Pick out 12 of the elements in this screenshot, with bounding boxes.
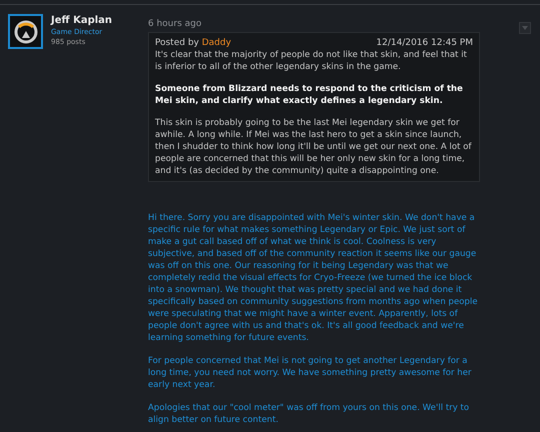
caret-icon <box>522 26 528 30</box>
quote-paragraph: This skin is probably going to be the last Mei legendary skin we get for awhile. A long while. If Mei was the last hero to get a skin since launch, then I shudder to think how long it'll be until we get our next one. A lot of people are concerned that this will be her only new skin for a long time, and it's (as decided by the community) quite a disappointing one. <box>155 117 472 177</box>
author-name[interactable]: Jeff Kaplan <box>51 14 112 27</box>
quote-paragraph: It's clear that the majority of people do not like that skin, and feel that it is inferior to all of the other legendary skins in the game. <box>155 49 468 73</box>
reply-paragraph: For people concerned that Mei is not going to get another Legendary for a long time, you need not worry. We have something pretty awesome for her early next year. <box>148 355 472 391</box>
dropdown-button[interactable] <box>519 22 531 34</box>
quote-paragraph: Someone from Blizzard needs to respond to the criticism of the Mei skin, and clarify what exactly defines a legendary skin. <box>155 83 464 107</box>
reply-paragraph: Hi there. Sorry you are disappointed with Mei's winter skin. We don't have a specific rule for what makes something Legendary or Epic. We just sort of make a gut call based off of what we think is cool. Coolness is very subjective, and based off of the community reaction it seems like our gauge was off on this one. Our reasoning for it being Legendary was that we completely redid the visual effects for Cryo-Freeze (we turned the ice block into a snowman). We thought that was pretty special and we had done it specifically based on community suggestions from months ago when people were speculating that we might have a winter event. Apparently, lots of people don't agree with us and that's ok. It's all good feedback and we're learning something for future events. <box>148 212 479 344</box>
quote-author: Posted by Daddy <box>155 37 232 49</box>
reply-paragraph: Apologies that our "cool meter" was off from yours on this one. We'll try to align better on future content. <box>148 402 470 426</box>
quote-date: 12/14/2016 12:45 PM <box>376 37 473 49</box>
post-time: 6 hours ago <box>148 18 202 31</box>
